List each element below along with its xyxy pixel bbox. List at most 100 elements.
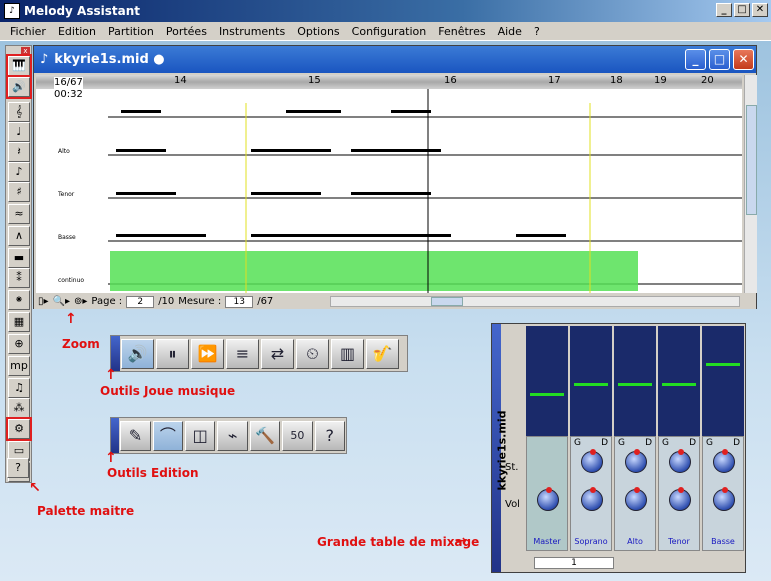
close-button[interactable]: ✕ (752, 3, 768, 17)
hammer-tool-button[interactable]: 🔨 (249, 420, 281, 451)
menu-portees[interactable]: Portées (160, 25, 213, 38)
menu-edition[interactable]: Edition (52, 25, 102, 38)
score-horizontal-scrollbar[interactable] (330, 296, 740, 307)
measure-field[interactable]: 13 (225, 295, 254, 308)
gd-d: D (601, 438, 608, 448)
menu-partition[interactable]: Partition (102, 25, 160, 38)
palette-chords-button[interactable]: ♫ (8, 378, 30, 398)
score-window: ♪ kkyrie1s.mid ● _ □ ✕ 14 15 16 17 18 19… (33, 45, 757, 309)
palette-eighth-button[interactable]: ♪ (8, 162, 30, 182)
channel-alto: G D Alto (614, 436, 656, 551)
palette-note-button[interactable]: ♩ (8, 122, 30, 142)
score-canvas[interactable]: 14 15 16 17 18 19 20 16/67 00:32 Alto Te… (36, 75, 742, 293)
score-vertical-thumb[interactable] (746, 105, 757, 215)
palette-symbols-button[interactable]: ⁑ (8, 268, 30, 288)
pan-knob[interactable] (581, 449, 603, 473)
palette-arrow: ↖ (29, 480, 41, 496)
play-toolbar-grip[interactable] (111, 336, 120, 371)
palette-close-icon[interactable]: x (21, 47, 30, 56)
score-vertical-scrollbar[interactable] (744, 75, 757, 293)
pause-button[interactable]: ⏸ (156, 338, 189, 369)
volume-knob[interactable] (581, 487, 603, 511)
palette-trill-button[interactable]: ≈ (8, 204, 30, 224)
palette-bar-button[interactable]: ▬ (8, 248, 30, 268)
target-icon[interactable]: ⊚▸ (74, 296, 87, 307)
zoom-annotation: Zoom (62, 337, 100, 351)
score-close-button[interactable]: ✕ (733, 49, 754, 70)
page-icon[interactable]: ▯▸ (38, 296, 49, 307)
menu-configuration[interactable]: Configuration (346, 25, 433, 38)
player-button[interactable]: 🎷 (366, 338, 399, 369)
score-maximize-button[interactable]: □ (709, 49, 730, 70)
volume-knob[interactable] (669, 487, 691, 511)
palette-clef-button[interactable]: 𝄞 (8, 102, 30, 122)
menu-options[interactable]: Options (291, 25, 345, 38)
eraser-tool-button[interactable]: ◫ (185, 420, 216, 451)
gd-g: G (618, 438, 625, 448)
score-staves[interactable]: Alto Tenor Basse continuo (36, 89, 742, 293)
zoom-tool-button[interactable]: 50 (282, 420, 313, 451)
palette-accent-button[interactable]: ∧ (8, 226, 30, 246)
score-title: kkyrie1s.mid ● (54, 52, 165, 67)
pan-knob[interactable] (669, 449, 691, 473)
position-measure: 16/67 (54, 77, 83, 88)
staff-label-tenor: Tenor (57, 191, 75, 198)
palette-settings-button[interactable]: ⚙ (6, 417, 32, 441)
menu-help[interactable]: ? (528, 25, 546, 38)
play-sound-button[interactable]: 🔊 (121, 338, 154, 369)
menu-aide[interactable]: Aide (492, 25, 528, 38)
gd-d: D (689, 438, 696, 448)
pan-knob[interactable] (713, 449, 735, 473)
channel-name: Basse (711, 537, 735, 546)
volume-knob[interactable] (537, 487, 559, 511)
menu-fichier[interactable]: Fichier (4, 25, 52, 38)
edit-tools-arrow: ↑ (105, 450, 117, 466)
score-minimize-button[interactable]: _ (685, 49, 706, 70)
measure-number: 20 (701, 75, 714, 86)
volume-knob[interactable] (713, 487, 735, 511)
forward-rewind-button[interactable]: ⏩ (191, 338, 224, 369)
vu-meter-alto (614, 326, 656, 436)
measure-total: /67 (257, 296, 274, 307)
page-label: Page : (91, 296, 123, 307)
edit-toolbar-grip[interactable] (111, 418, 120, 453)
minimize-button[interactable]: _ (716, 3, 732, 17)
volume-knob[interactable] (625, 487, 647, 511)
palette-speaker-button[interactable]: 🔊 (6, 75, 32, 99)
maximize-button[interactable]: □ (734, 3, 750, 17)
staff-label-basse: Basse (58, 234, 76, 241)
tracks-button[interactable]: ≡ (226, 338, 259, 369)
palette-rest-button[interactable]: 𝄽 (8, 142, 30, 162)
palette-dynamics-button[interactable]: mp (8, 356, 30, 376)
palette-help-button[interactable]: ? (7, 458, 29, 478)
metronome-button[interactable]: ⏲ (296, 338, 329, 369)
master-palette: x 🎹 🔊 𝄞 ♩ 𝄽 ♪ ♯ ≈ ∧ ▬ ⁑ ⁕ ▦ ⊕ mp ♫ ⁂ ⚙ ▭… (5, 45, 32, 483)
pen-tool-button[interactable]: ⌁ (217, 420, 248, 451)
palette-coda-button[interactable]: ⊕ (8, 334, 30, 354)
zoom-icon[interactable]: 🔍▸ (53, 296, 70, 307)
measure-ruler[interactable]: 14 15 16 17 18 19 20 (36, 75, 742, 89)
measure-number: 15 (308, 75, 321, 86)
help-tool-button[interactable]: ? (314, 420, 345, 451)
score-horizontal-thumb[interactable] (431, 297, 463, 306)
menu-fenetres[interactable]: Fenêtres (432, 25, 491, 38)
lasso-tool-button[interactable]: ⌒ (152, 420, 184, 451)
pencil-tool-button[interactable]: ✎ (120, 420, 151, 451)
menu-instruments[interactable]: Instruments (213, 25, 291, 38)
palette-misc-button[interactable]: ⁂ (8, 398, 30, 418)
play-toolbar: 🔊 ⏸ ⏩ ≡ ⇄ ⏲ ▥ 🎷 (110, 335, 408, 372)
palette-sharp-button[interactable]: ♯ (8, 182, 30, 202)
measure-number: 16 (444, 75, 457, 86)
zoom-arrow: ↑ (65, 311, 77, 327)
mixer-page-field[interactable]: 1 (534, 557, 614, 569)
palette-ornament-button[interactable]: ⁕ (8, 290, 30, 310)
palette-grid-button[interactable]: ▦ (8, 312, 30, 332)
play-tools-annotation: Outils Joue musique (100, 384, 236, 398)
vu-meter-master (526, 326, 568, 436)
loop-button[interactable]: ⇄ (261, 338, 294, 369)
page-field[interactable]: 2 (126, 295, 155, 308)
mixer-button[interactable]: ▥ (331, 338, 364, 369)
pan-knob[interactable] (625, 449, 647, 473)
palette-piano-button[interactable]: 🎹 (6, 54, 32, 78)
staff-label-alto: Alto (58, 148, 70, 155)
